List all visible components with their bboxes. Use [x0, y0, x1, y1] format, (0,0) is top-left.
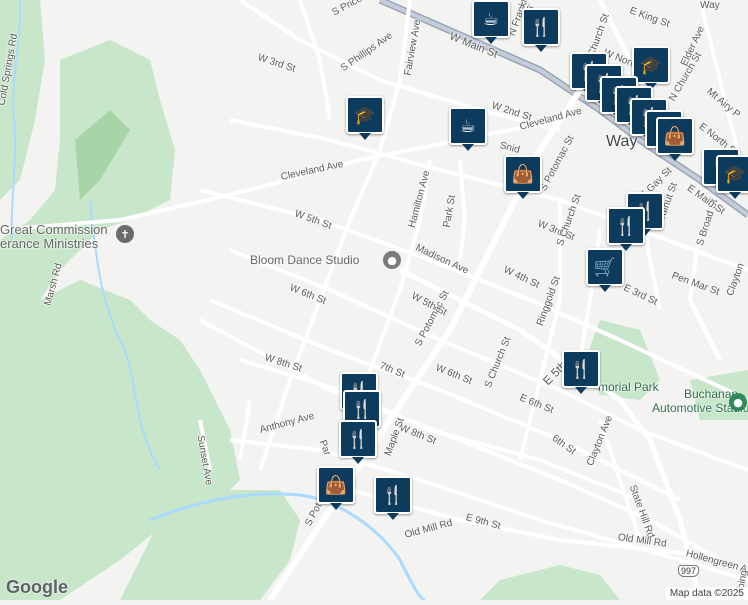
- shop-pin-mid[interactable]: 👜: [504, 155, 542, 199]
- route-shield-997: 997: [678, 565, 700, 577]
- shopping-cart-icon: 🛒: [593, 256, 617, 278]
- restaurant-icon: 🍴: [529, 16, 553, 38]
- coffee-icon: ☕: [459, 115, 477, 137]
- restaurant-icon: 🍴: [346, 428, 370, 450]
- restaurant-icon: 🍴: [569, 358, 593, 380]
- restaurant-icon: 🍴: [350, 398, 374, 420]
- coffee-pin-mid[interactable]: ☕: [449, 107, 487, 151]
- school-pin[interactable]: 🎓: [346, 96, 384, 140]
- restaurant-icon: 🍴: [381, 484, 405, 506]
- restaurant-pin-top[interactable]: 🍴: [522, 8, 560, 52]
- map-canvas[interactable]: S Price Ave W Main St N Franklin St W 3r…: [0, 0, 748, 602]
- shopping-bag-icon: 👜: [663, 125, 687, 147]
- shop-pin-south[interactable]: 👜: [317, 466, 355, 510]
- road-label-way-top: Way: [700, 0, 720, 11]
- shopping-bag-icon: 👜: [511, 163, 535, 185]
- school-icon: 🎓: [723, 163, 747, 185]
- coffee-pin-top[interactable]: ☕: [472, 0, 510, 44]
- park-area-south-east: [480, 565, 620, 600]
- coffee-icon: ☕: [482, 8, 500, 30]
- school-icon: 🎓: [353, 104, 377, 126]
- map-attribution[interactable]: Map data ©2025: [665, 587, 748, 600]
- place-bloom-dance-studio[interactable]: Bloom Dance Studio: [250, 253, 359, 267]
- google-logo: Google: [6, 577, 68, 597]
- cart-pin[interactable]: 🛒: [586, 248, 624, 292]
- place-memorial-park[interactable]: morial Park: [598, 380, 659, 394]
- shopping-bag-icon: 👜: [324, 474, 348, 496]
- school-pin-east[interactable]: 🎓: [716, 155, 748, 199]
- restaurant-pin-park[interactable]: 🍴: [562, 350, 600, 394]
- stadium-icon[interactable]: ●: [729, 393, 747, 411]
- restaurant-pin-south-4[interactable]: 🍴: [374, 476, 412, 520]
- school-icon: 🎓: [639, 54, 663, 76]
- place-great-commission-line1: Great Commission: [0, 222, 108, 237]
- place-pin-icon[interactable]: ●: [383, 251, 401, 269]
- restaurant-icon: 🍴: [614, 215, 638, 237]
- restaurant-pin-south-3[interactable]: 🍴: [339, 420, 377, 464]
- church-icon[interactable]: ✝: [116, 225, 134, 243]
- restaurant-pin-church[interactable]: 🍴: [607, 207, 645, 251]
- shop-pin-cluster[interactable]: 👜: [656, 117, 694, 161]
- place-great-commission-line2: erance Ministries: [0, 236, 99, 251]
